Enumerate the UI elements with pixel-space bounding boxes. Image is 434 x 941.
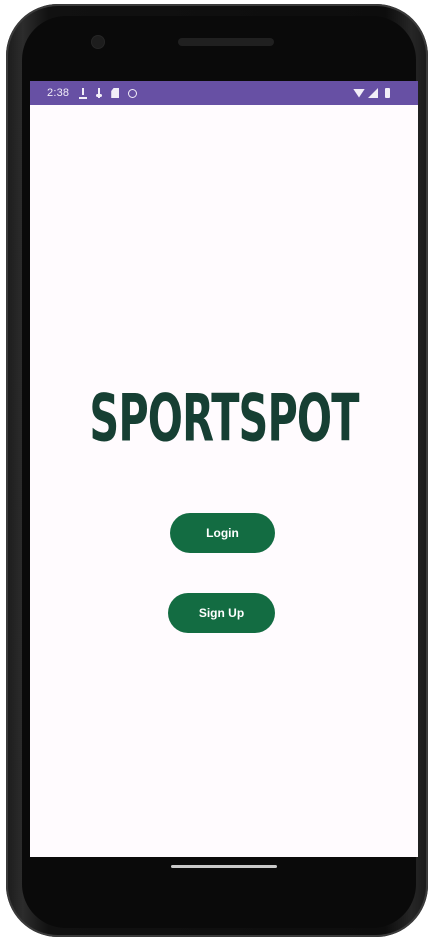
status-bar: 2:38: [30, 81, 418, 105]
front-camera: [92, 36, 104, 48]
circle-icon: [128, 88, 138, 98]
download-icon: [79, 87, 88, 99]
wifi-icon: [353, 88, 365, 98]
usb-icon: [96, 88, 103, 98]
signal-icon: [368, 88, 378, 98]
status-system-icons: [353, 88, 390, 98]
status-notification-icons: [79, 87, 138, 99]
login-button[interactable]: Login: [170, 513, 275, 553]
earpiece-speaker: [178, 38, 274, 46]
battery-icon: [385, 88, 390, 98]
status-time: 2:38: [47, 87, 70, 99]
app-logo-title: SPORTSPOT: [89, 379, 359, 457]
sign-up-button[interactable]: Sign Up: [168, 593, 275, 633]
gesture-nav-handle[interactable]: [171, 865, 277, 868]
app-screen: 2:38 SPORTSPOT Login Sign Up: [30, 81, 418, 857]
sd-card-icon: [111, 88, 120, 98]
